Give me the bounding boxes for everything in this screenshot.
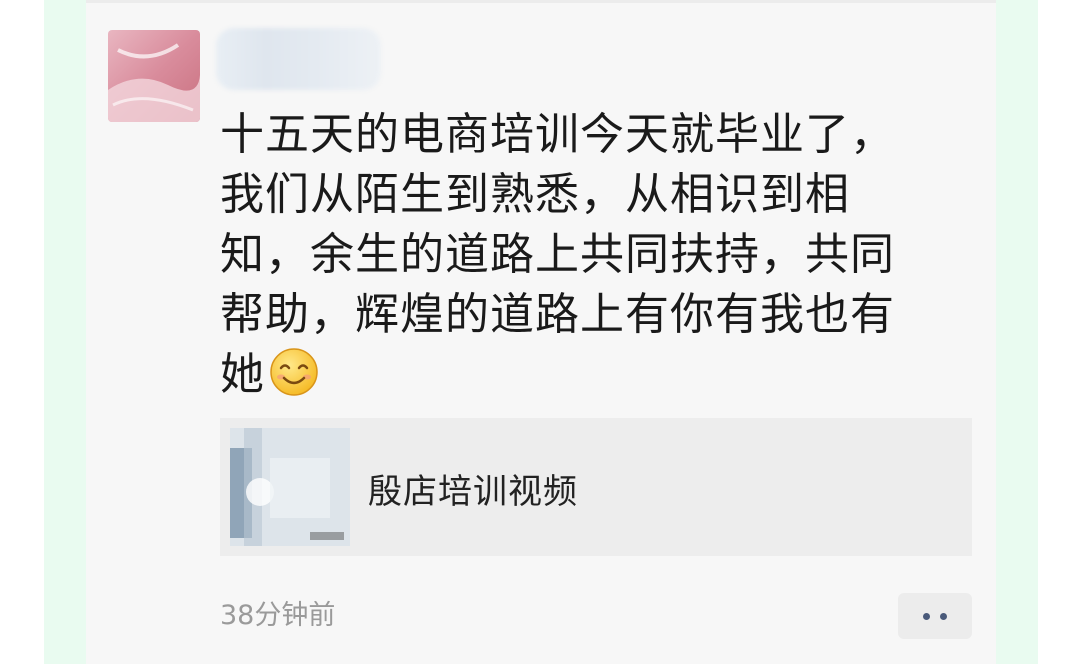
username-blurred[interactable] [216,28,381,90]
more-dots-icon [923,612,930,620]
top-divider [86,0,996,3]
moments-post: 十五天的电商培训今天就毕业了， 我们从陌生到熟悉，从相识到相 知，余生的道路上共… [86,0,996,664]
avatar-image [108,30,200,122]
smile-emoji-icon [269,347,319,413]
more-options-button[interactable] [898,593,972,639]
video-thumbnail-icon [230,428,350,546]
post-line: 我们从陌生到熟悉，从相识到相 [220,169,850,220]
post-line-last: 她 [220,345,960,413]
post-content: 十五天的电商培训今天就毕业了， 我们从陌生到熟悉，从相识到相 知，余生的道路上共… [220,105,960,413]
left-green-border [44,0,86,664]
avatar[interactable] [108,30,200,122]
shared-link-card[interactable]: 殷店培训视频 [220,418,972,556]
more-dots-icon [940,612,947,620]
post-line: 帮助，辉煌的道路上有你有我也有 [220,289,895,340]
post-line: 十五天的电商培训今天就毕业了， [220,109,895,160]
post-line: 知，余生的道路上共同扶持，共同 [220,229,895,280]
link-title: 殷店培训视频 [368,472,578,512]
post-timestamp: 38分钟前 [220,600,336,631]
post-line: 她 [220,349,265,400]
right-green-border [996,0,1038,664]
left-margin [0,0,44,664]
right-margin [1038,0,1080,664]
